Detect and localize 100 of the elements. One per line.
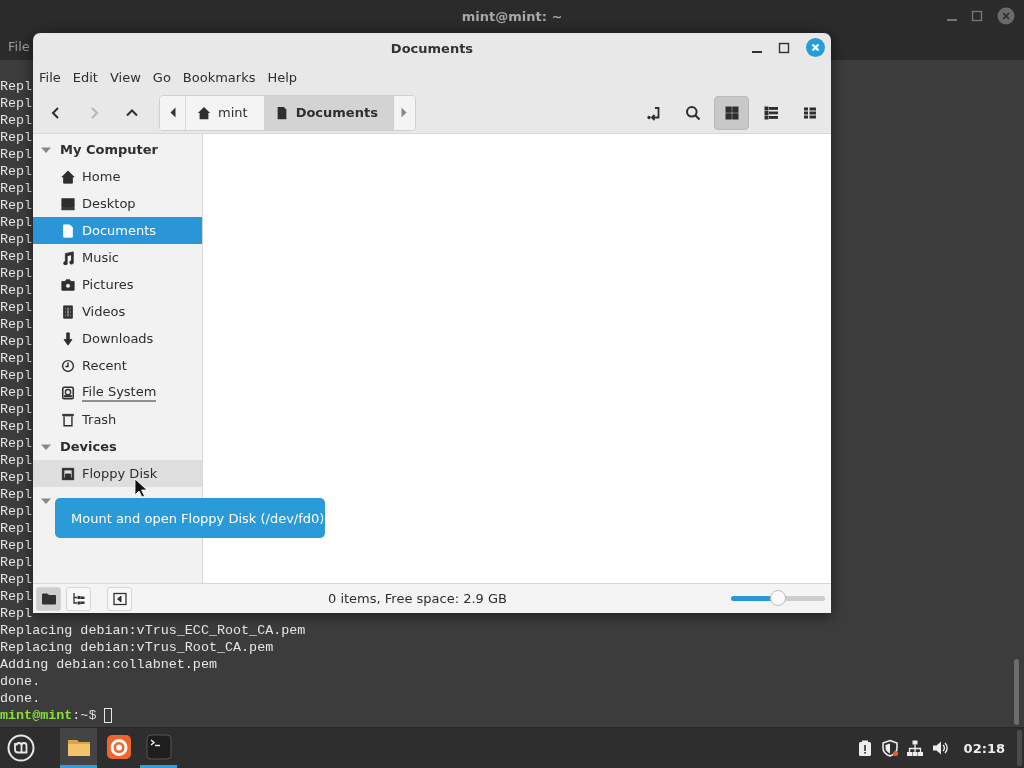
places-button[interactable]: [36, 586, 61, 611]
drive-icon: [61, 385, 75, 400]
sidebar-item[interactable]: Recent: [33, 352, 202, 379]
terminal-line: Repl: [0, 333, 33, 350]
monitor-icon: [61, 196, 75, 211]
terminal-line: Repl: [0, 129, 33, 146]
down-arrow-icon: [61, 331, 75, 346]
sidebar-item[interactable]: Home: [33, 163, 202, 190]
network-icon[interactable]: [905, 739, 924, 757]
terminal-line: Repl: [0, 401, 33, 418]
menu-item[interactable]: View: [109, 70, 141, 85]
terminal-line: Repl: [0, 316, 33, 333]
scrollbar-thumb[interactable]: [1014, 659, 1019, 725]
close-icon: [806, 38, 825, 57]
sidebar-item[interactable]: Videos: [33, 298, 202, 325]
tree-button[interactable]: [66, 586, 91, 611]
minimize-icon: [752, 50, 762, 53]
terminal-line: Repl: [0, 163, 33, 180]
triangle-right-icon: [401, 107, 408, 118]
terminal-line: Repl: [0, 180, 33, 197]
clock[interactable]: 02:18: [963, 740, 1005, 756]
volume-icon[interactable]: [930, 739, 949, 757]
grid-icon: [723, 104, 740, 121]
terminal-line: Repl: [0, 95, 33, 112]
sidebar-icon: [112, 591, 127, 606]
close-icon: [997, 7, 1015, 25]
prompt-path: :~$: [72, 707, 97, 724]
camera-icon: [61, 277, 75, 292]
section-header: My Computer: [60, 142, 158, 157]
sidebar-item[interactable]: Floppy Disk: [33, 460, 202, 487]
path-button[interactable]: Documents: [263, 95, 394, 130]
maximize-icon: [971, 10, 983, 22]
sidebar-item[interactable]: Desktop: [33, 190, 202, 217]
terminal-line: Repl: [0, 418, 33, 435]
terminal-line: Repl: [0, 486, 33, 503]
triangle-left-icon: [169, 107, 176, 118]
search-icon: [684, 104, 701, 121]
sidebar-item[interactable]: Music: [33, 244, 202, 271]
mint-logo-icon: [7, 734, 35, 762]
panel-edge: [1017, 730, 1022, 766]
browser-icon: [104, 732, 133, 761]
shield-icon[interactable]: [880, 739, 899, 757]
terminal-line: Repl: [0, 435, 33, 452]
terminal-line: done.: [0, 673, 41, 690]
mouse-pointer-icon: [134, 478, 148, 498]
menu-item[interactable]: Help: [267, 70, 298, 85]
menu-item[interactable]: File: [8, 38, 30, 54]
terminal-line: Repl: [0, 146, 33, 163]
terminal-line: Replacing debian:vTrus_ECC_Root_CA.pem: [0, 622, 306, 639]
tooltip: Mount and open Floppy Disk (/dev/fd0): [55, 498, 325, 538]
folder-icon: [41, 591, 56, 606]
terminal-line: Repl: [0, 214, 33, 231]
music-note-icon: [61, 250, 75, 265]
slider-thumb[interactable]: [770, 590, 786, 606]
sidebar-item[interactable]: Trash: [33, 406, 202, 433]
sidebar-item[interactable]: Downloads: [33, 325, 202, 352]
terminal-line: Repl: [0, 248, 33, 265]
document-icon: [61, 223, 75, 238]
menu-item[interactable]: Edit: [72, 70, 98, 85]
terminal-line: Repl: [0, 112, 33, 129]
sidebar-item[interactable]: File System: [33, 379, 202, 406]
sidebar-item[interactable]: Pictures: [33, 271, 202, 298]
terminal-line: Repl: [0, 350, 33, 367]
terminal-line: Repl: [0, 265, 33, 282]
clock-icon: [61, 358, 75, 373]
icon-view-button[interactable]: [714, 95, 749, 130]
window-title: mint@mint: ~: [461, 8, 563, 24]
tree-icon: [71, 591, 86, 606]
home-icon: [197, 105, 211, 120]
sidebar-toggle-button[interactable]: [107, 586, 132, 611]
taskbar-app[interactable]: [60, 728, 97, 768]
terminal-line: Repl: [0, 299, 33, 316]
menu-item[interactable]: Go: [152, 70, 171, 85]
terminal-line: done.: [0, 690, 41, 707]
terminal-line: Repl: [0, 588, 33, 605]
terminal-line: Repl: [0, 554, 33, 571]
home-icon: [61, 169, 75, 184]
section-header: Devices: [60, 439, 117, 454]
menu-item[interactable]: File: [39, 70, 61, 85]
terminal-line: Repl: [0, 231, 33, 248]
scroll-left-button[interactable]: [160, 95, 186, 130]
return-arrow-icon: [645, 104, 662, 121]
terminal-line: Repl: [0, 367, 33, 384]
list-icon: [762, 104, 779, 121]
terminal-line: Repl: [0, 197, 33, 214]
terminal-line: Repl: [0, 384, 33, 401]
status-text: 0 items, Free space: 2.9 GB: [327, 591, 508, 606]
menu-item[interactable]: Bookmarks: [182, 70, 256, 85]
terminal-line: Repl: [0, 605, 33, 622]
terminal-line: Repl: [0, 78, 33, 95]
terminal-line: Replacing debian:vTrus_Root_CA.pem: [0, 639, 274, 656]
terminal-line: Repl: [0, 469, 33, 486]
maximize-icon: [778, 41, 790, 54]
prompt-user: mint@mint: [0, 707, 73, 724]
compact-list-icon: [801, 104, 818, 121]
terminal-line: Repl: [0, 503, 33, 520]
terminal-line: Adding debian:collabnet.pem: [0, 656, 217, 673]
terminal-line: Repl: [0, 520, 33, 537]
text-cursor: [104, 708, 113, 723]
terminal-line: Repl: [0, 452, 33, 469]
